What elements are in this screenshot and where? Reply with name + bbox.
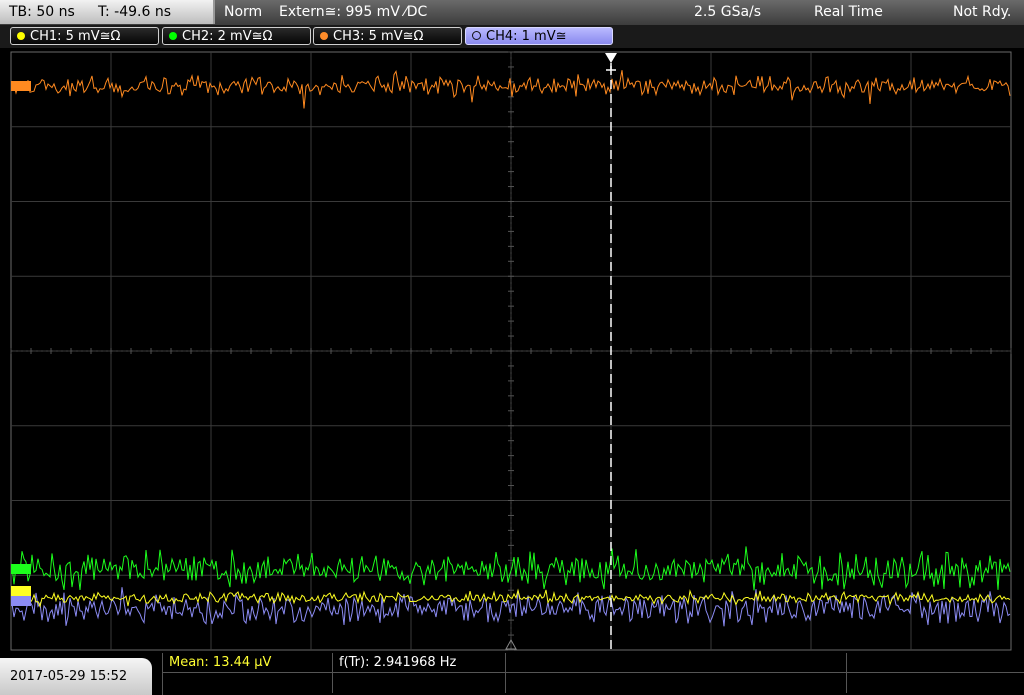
- measurement-slot-5[interactable]: [163, 673, 333, 693]
- date-time: 2017-05-29 15:52: [0, 658, 152, 695]
- sample-rate: 2.5 GSa/s: [694, 4, 762, 20]
- ch3-ground-marker[interactable]: [11, 81, 31, 91]
- status-bar: TB: 50 ns T: -49.6 ns Norm Extern≅: 995 …: [0, 0, 1024, 25]
- trigger-position-marker-icon[interactable]: [605, 53, 617, 71]
- ch1-color-dot: [17, 32, 25, 40]
- waveform-display[interactable]: [0, 48, 1024, 653]
- ch1-ground-marker[interactable]: [11, 586, 31, 596]
- trigger-mode[interactable]: Norm: [224, 0, 262, 25]
- trigger-source[interactable]: Extern≅: 995 mV ⁄DC: [279, 0, 427, 25]
- ch2-button[interactable]: CH2: 2 mV≅Ω: [162, 27, 311, 45]
- ch2-label: CH2: 2 mV≅Ω: [182, 29, 273, 44]
- ch4-ground-marker[interactable]: [11, 596, 31, 606]
- timebase-box[interactable]: TB: 50 ns T: -49.6 ns: [0, 0, 215, 24]
- trigger-time-label: T: -49.6 ns: [98, 4, 172, 20]
- measurement-panel: Mean: 13.44 µV f(Tr): 2.941968 Hz: [162, 653, 1024, 695]
- acquisition-mode[interactable]: Real Time: [814, 0, 883, 25]
- ch4-color-dot: [472, 31, 481, 40]
- ch2-ground-marker[interactable]: [11, 564, 31, 574]
- ch3-color-dot: [320, 32, 328, 40]
- timebase-label: TB: 50 ns: [9, 4, 75, 20]
- measurement-slot-6[interactable]: [333, 673, 506, 693]
- ch1-label: CH1: 5 mV≅Ω: [30, 29, 121, 44]
- ch1-button[interactable]: CH1: 5 mV≅Ω: [10, 27, 159, 45]
- measurement-slot-7[interactable]: [506, 673, 847, 693]
- channel-row: CH1: 5 mV≅Ω CH2: 2 mV≅Ω CH3: 5 mV≅Ω CH4:…: [0, 25, 1024, 48]
- ch3-button[interactable]: CH3: 5 mV≅Ω: [313, 27, 462, 45]
- ch2-color-dot: [169, 32, 177, 40]
- frequency-measurement[interactable]: f(Tr): 2.941968 Hz: [333, 653, 506, 673]
- mean-measurement[interactable]: Mean: 13.44 µV: [163, 653, 333, 673]
- acquisition-status: Not Rdy.: [953, 4, 1012, 20]
- ch4-label: CH4: 1 mV≅: [486, 29, 567, 44]
- measurement-slot-3[interactable]: [506, 653, 847, 673]
- measurement-slot-4[interactable]: [847, 653, 1024, 673]
- ch4-button[interactable]: CH4: 1 mV≅: [465, 27, 613, 45]
- ch3-label: CH3: 5 mV≅Ω: [333, 29, 424, 44]
- measurement-slot-8[interactable]: [847, 673, 1024, 693]
